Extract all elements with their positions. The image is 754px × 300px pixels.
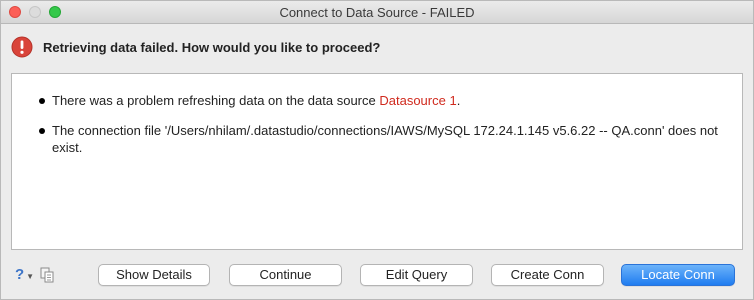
show-details-button[interactable]: Show Details bbox=[98, 264, 210, 286]
dialog-header: Retrieving data failed. How would you li… bbox=[11, 35, 380, 59]
help-icon[interactable]: ? ▼ bbox=[15, 266, 34, 283]
datasource-link[interactable]: Datasource 1 bbox=[379, 93, 456, 108]
locate-conn-button[interactable]: Locate Conn bbox=[621, 264, 735, 286]
help-glyph: ? bbox=[15, 266, 25, 283]
bullet bbox=[39, 128, 45, 134]
message-text: The connection file '/Users/nhilam/.data… bbox=[52, 123, 718, 155]
message-panel: There was a problem refreshing data on t… bbox=[11, 73, 743, 250]
message-period: . bbox=[456, 93, 461, 108]
caret-down-icon: ▼ bbox=[26, 271, 35, 281]
title-bar[interactable]: Connect to Data Source - FAILED bbox=[1, 1, 753, 24]
window-title: Connect to Data Source - FAILED bbox=[279, 5, 475, 20]
footer-tools: ? ▼ bbox=[15, 266, 54, 283]
error-icon bbox=[11, 36, 33, 58]
header-message: Retrieving data failed. How would you li… bbox=[43, 39, 381, 55]
copy-icon[interactable] bbox=[40, 267, 54, 283]
bullet bbox=[39, 98, 45, 104]
message-item: There was a problem refreshing data on t… bbox=[39, 92, 732, 109]
edit-query-button[interactable]: Edit Query bbox=[360, 264, 473, 286]
continue-button[interactable]: Continue bbox=[229, 264, 342, 286]
message-text: There was a problem refreshing data on t… bbox=[52, 93, 380, 108]
create-conn-button[interactable]: Create Conn bbox=[491, 264, 604, 286]
message-item: The connection file '/Users/nhilam/.data… bbox=[39, 122, 732, 156]
dialog-window: Connect to Data Source - FAILED Retrievi… bbox=[0, 0, 754, 300]
